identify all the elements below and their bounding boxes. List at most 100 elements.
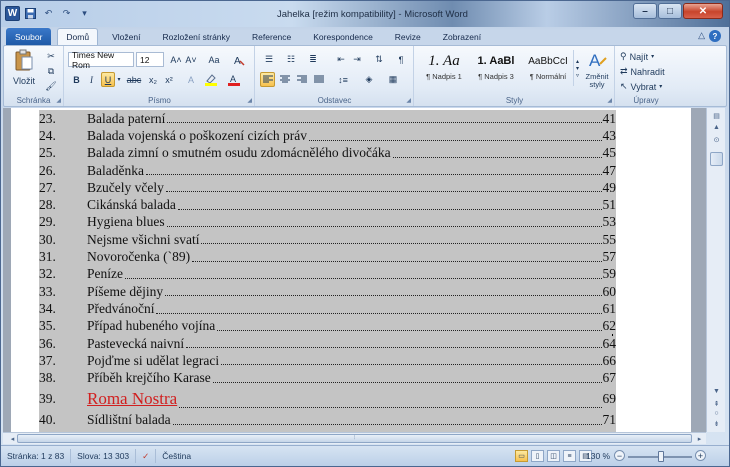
minimize-ribbon-icon[interactable]: △ (698, 30, 705, 42)
toc-entry[interactable]: 31. Novoročenka (`89) 57 (39, 248, 616, 266)
decrease-indent-icon[interactable]: ⇤ (334, 52, 348, 67)
shrink-font-button[interactable]: A˅ (184, 52, 198, 67)
minimize-button[interactable]: – (633, 3, 657, 19)
close-button[interactable]: ✕ (683, 3, 723, 19)
font-size-select[interactable]: 12 (136, 52, 164, 67)
clipboard-launcher-icon[interactable]: ◢ (56, 97, 61, 104)
tab-references[interactable]: Reference (244, 28, 299, 45)
tab-page-layout[interactable]: Rozložení stránky (154, 28, 238, 45)
styles-scroll-icon[interactable]: ▴ ▾ ▿ (573, 50, 581, 86)
underline-dropdown-icon[interactable]: ▾ (115, 72, 123, 87)
grow-font-button[interactable]: A˄ (169, 52, 183, 67)
paste-icon[interactable] (10, 48, 38, 72)
word-logo-icon[interactable]: W (5, 6, 20, 21)
bold-button[interactable]: B (70, 72, 83, 87)
numbering-icon[interactable]: ☷ (282, 52, 300, 67)
clear-formatting-icon[interactable]: A (231, 52, 247, 67)
next-page-icon[interactable]: ⇟ (709, 418, 724, 429)
vertical-scrollbar[interactable]: ▤ ▲ ⊙ ▼ ⇞ ○ ⇟ (706, 108, 725, 432)
toc-entry[interactable]: 27. Bzučely včely 49 (39, 179, 616, 196)
page-count[interactable]: Stránka: 1 z 83 (1, 449, 72, 463)
strikethrough-button[interactable]: abc (125, 72, 143, 87)
toc-entry[interactable]: 38. Příběh krejčího Karase 67 (39, 369, 616, 387)
ruler-toggle-icon[interactable]: ▤ (709, 110, 724, 121)
zoom-slider-thumb[interactable] (658, 451, 664, 462)
find-button[interactable]: ⚲ Najít ▾ (620, 49, 672, 64)
redo-icon[interactable]: ↷ (59, 6, 74, 21)
toc-entry[interactable]: 37. Pojďme si udělat legraci 66 (39, 352, 616, 369)
toc-entry-title[interactable]: Roma Nostra (87, 389, 180, 410)
tab-file[interactable]: Soubor (6, 28, 52, 45)
maximize-button[interactable]: □ (658, 3, 682, 19)
toc-entry[interactable]: 29. Hygiena blues 53 (39, 214, 616, 231)
style-heading-3[interactable]: 1. AaBl ¶ Nadpis 3 (471, 49, 521, 87)
scroll-up-icon[interactable]: ▲ (709, 122, 724, 133)
print-layout-icon[interactable]: ▭ (515, 450, 528, 462)
save-icon[interactable] (23, 6, 38, 21)
web-layout-icon[interactable]: ◫ (547, 450, 560, 462)
justify-icon[interactable] (311, 72, 326, 87)
styles-launcher-icon[interactable]: ◢ (607, 97, 612, 104)
toc-entry[interactable]: 24. Balada vojenská o poškození cizích pr… (39, 127, 616, 144)
tab-review[interactable]: Revize (387, 28, 429, 45)
vertical-scroll-thumb[interactable] (710, 152, 723, 166)
bullets-icon[interactable]: ☰ (260, 52, 278, 67)
horizontal-scrollbar[interactable]: ◂ ⦙ ▸ (3, 432, 706, 444)
scroll-up-arrow-icon[interactable]: ⊙ (709, 134, 724, 145)
text-effects-icon[interactable]: A (184, 72, 198, 87)
underline-button[interactable]: U (101, 72, 115, 87)
zoom-out-button[interactable]: − (614, 450, 625, 461)
help-icon[interactable]: ? (709, 30, 721, 42)
align-center-icon[interactable] (277, 72, 292, 87)
toc-entry[interactable]: 25. Balada zimní o smutném osudu zdomácně… (39, 145, 616, 162)
toc-entry[interactable]: 36. Pastevecká naivní 64 (39, 335, 616, 352)
full-screen-reading-icon[interactable]: ▯ (531, 450, 544, 462)
tab-home[interactable]: Domů (57, 28, 99, 45)
customize-toolbar-icon[interactable]: ▾ (77, 6, 92, 21)
zoom-in-button[interactable]: + (695, 450, 706, 461)
toc-entry[interactable]: 34. Předvánoční 61 (39, 300, 616, 317)
show-marks-icon[interactable]: ¶ (394, 52, 408, 67)
table-of-contents[interactable]: 23. Balada paterní 41 24. Balada vojenská o … (39, 110, 616, 432)
scroll-down-icon[interactable]: ▼ (709, 386, 724, 397)
italic-button[interactable]: I (85, 72, 98, 87)
shading-icon[interactable]: ◈ (360, 72, 378, 87)
cut-icon[interactable]: ✂ (44, 49, 58, 64)
style-normal[interactable]: AaBbCcI ¶ Normální (523, 49, 573, 87)
change-styles-icon[interactable]: A (585, 48, 611, 72)
paragraph-launcher-icon[interactable]: ◢ (406, 97, 411, 104)
outline-icon[interactable]: ≡ (563, 450, 576, 462)
align-left-icon[interactable] (260, 72, 275, 87)
proofing-icon[interactable]: ✓ (136, 449, 157, 463)
scroll-right-icon[interactable]: ▸ (692, 434, 707, 443)
toc-entry[interactable]: 30. Nejsme všichni svatí 55 (39, 231, 616, 248)
align-right-icon[interactable] (294, 72, 309, 87)
borders-icon[interactable]: ▦ (384, 72, 402, 87)
zoom-level[interactable]: 130 % (586, 451, 610, 461)
change-styles-button[interactable]: Změnit styly (581, 73, 613, 89)
toc-entry[interactable]: 23. Balada paterní 41 (39, 110, 616, 127)
superscript-button[interactable]: x² (162, 72, 176, 87)
increase-indent-icon[interactable]: ⇥ (350, 52, 364, 67)
change-case-button[interactable]: Aa (205, 52, 223, 67)
horizontal-scroll-thumb[interactable]: ⦙ (17, 434, 692, 443)
highlight-color-icon[interactable] (202, 72, 220, 87)
font-name-select[interactable]: Times New Rom (68, 50, 134, 70)
document-page[interactable]: 23. Balada paterní 41 24. Balada vojenská o … (11, 108, 691, 432)
format-painter-icon[interactable]: 🖌 (44, 79, 58, 94)
toc-entry[interactable]: 26. Baladěnka 47 (39, 162, 616, 179)
toc-entry[interactable]: 32. Peníze 59 (39, 266, 616, 283)
replace-button[interactable]: ⇄ Nahradit (620, 64, 676, 79)
toc-entry[interactable]: 40. Sídlištní balada 71 (39, 412, 616, 429)
line-spacing-icon[interactable]: ↕≡ (334, 72, 352, 87)
subscript-button[interactable]: x₂ (146, 72, 160, 87)
sort-icon[interactable]: ⇅ (372, 52, 386, 67)
toc-entry[interactable]: 28. Cikánská balada 51 (39, 196, 616, 214)
toc-entry[interactable]: 39. Roma Nostra 69 (39, 387, 616, 412)
font-color-icon[interactable]: A (225, 72, 243, 87)
language[interactable]: Čeština (156, 449, 197, 463)
select-button[interactable]: ↖ Vybrat ▾ (620, 79, 676, 94)
tab-view[interactable]: Zobrazení (435, 28, 489, 45)
style-heading-1[interactable]: 1. Aa ¶ Nadpis 1 (419, 49, 469, 87)
undo-icon[interactable]: ↶ (41, 6, 56, 21)
